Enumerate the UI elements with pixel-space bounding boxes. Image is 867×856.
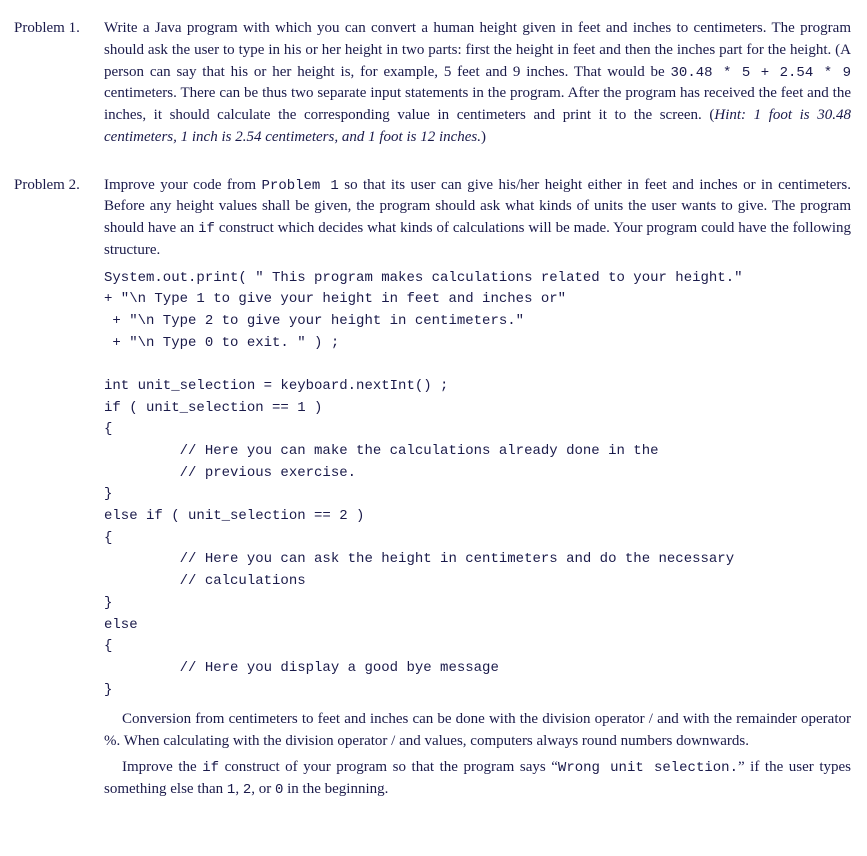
problem-2-label: Problem 2. (12, 175, 104, 197)
text: construct of your program so that the pr… (219, 759, 558, 775)
problem-2-paragraph-1: Improve your code from Problem 1 so that… (104, 175, 851, 262)
inline-code: if (198, 221, 215, 237)
inline-code: 1 (227, 782, 235, 798)
problem-2: Problem 2. Improve your code from Proble… (12, 175, 851, 805)
text: , (235, 781, 243, 797)
inline-code: Wrong unit selection. (558, 760, 738, 776)
inline-code: Problem 1 (262, 178, 339, 194)
text: construct which decides what kinds of ca… (104, 220, 851, 258)
inline-code: 2 (243, 782, 251, 798)
text: in the beginning. (283, 781, 388, 797)
problem-2-body: Improve your code from Problem 1 so that… (104, 175, 851, 805)
text: Improve your code from (104, 177, 262, 193)
code-block: System.out.print( " This program makes c… (104, 268, 851, 702)
text: Conversion from centimeters to feet and … (104, 711, 851, 749)
problem-2-paragraph-3: Improve the if construct of your program… (104, 757, 851, 801)
problem-1-body: Write a Java program with which you can … (104, 18, 851, 153)
hint-label: Hint: (714, 107, 753, 123)
inline-code: 30.48 * 5 + 2.54 * 9 (671, 65, 851, 81)
problem-2-paragraph-2: Conversion from centimeters to feet and … (104, 709, 851, 753)
text: ) (481, 129, 486, 145)
text: Improve the (122, 759, 202, 775)
problem-1: Problem 1. Write a Java program with whi… (12, 18, 851, 153)
problem-1-paragraph: Write a Java program with which you can … (104, 18, 851, 149)
inline-code: 0 (275, 782, 283, 798)
problem-1-label: Problem 1. (12, 18, 104, 40)
text: , or (251, 781, 275, 797)
inline-code: if (202, 760, 219, 776)
